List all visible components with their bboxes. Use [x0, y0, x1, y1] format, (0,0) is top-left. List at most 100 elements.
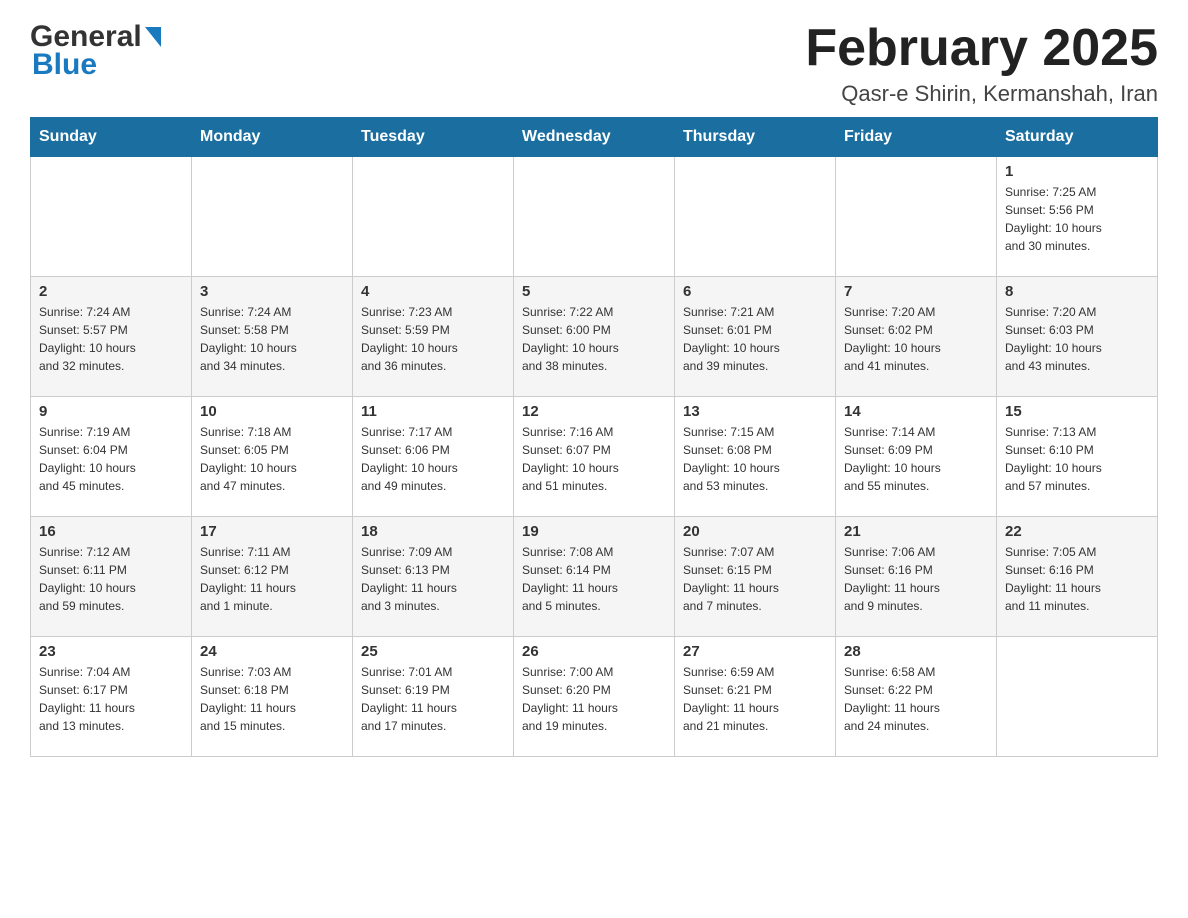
page-subtitle: Qasr-e Shirin, Kermanshah, Iran: [805, 81, 1158, 107]
calendar-cell: 28 Sunrise: 6:58 AM Sunset: 6:22 PM Dayli…: [836, 637, 997, 757]
day-number: 18: [361, 523, 505, 540]
calendar-cell: 15 Sunrise: 7:13 AM Sunset: 6:10 PM Dayli…: [997, 397, 1158, 517]
day-number: 17: [200, 523, 344, 540]
calendar-cell: 26 Sunrise: 7:00 AM Sunset: 6:20 PM Dayli…: [514, 637, 675, 757]
calendar-cell: 13 Sunrise: 7:15 AM Sunset: 6:08 PM Dayli…: [675, 397, 836, 517]
calendar-cell: [353, 157, 514, 277]
day-info: Sunrise: 7:03 AM Sunset: 6:18 PM Dayligh…: [200, 663, 344, 735]
day-info: Sunrise: 7:23 AM Sunset: 5:59 PM Dayligh…: [361, 303, 505, 375]
calendar-cell: 20Sunrise: 7:07 AM Sunset: 6:15 PM Dayli…: [675, 517, 836, 637]
calendar-cell: 19 Sunrise: 7:08 AM Sunset: 6:14 PM Dayli…: [514, 517, 675, 637]
day-info: Sunrise: 7:19 AM Sunset: 6:04 PM Dayligh…: [39, 423, 183, 495]
day-info: Sunrise: 7:06 AM Sunset: 6:16 PM Dayligh…: [844, 543, 988, 615]
day-info: Sunrise: 7:18 AM Sunset: 6:05 PM Dayligh…: [200, 423, 344, 495]
calendar-day-header: Thursday: [675, 118, 836, 157]
day-number: 23: [39, 643, 183, 660]
calendar-cell: 1 Sunrise: 7:25 AM Sunset: 5:56 PM Daylig…: [997, 157, 1158, 277]
calendar-day-header: Wednesday: [514, 118, 675, 157]
day-number: 6: [683, 283, 827, 300]
day-number: 21: [844, 523, 988, 540]
calendar-header-row: SundayMondayTuesdayWednesdayThursdayFrid…: [31, 118, 1158, 157]
day-number: 19: [522, 523, 666, 540]
day-info: Sunrise: 7:14 AM Sunset: 6:09 PM Dayligh…: [844, 423, 988, 495]
day-number: 5: [522, 283, 666, 300]
day-info: Sunrise: 7:22 AM Sunset: 6:00 PM Dayligh…: [522, 303, 666, 375]
day-info: Sunrise: 7:20 AM Sunset: 6:02 PM Dayligh…: [844, 303, 988, 375]
calendar-cell: 21 Sunrise: 7:06 AM Sunset: 6:16 PM Dayli…: [836, 517, 997, 637]
calendar-cell: 25 Sunrise: 7:01 AM Sunset: 6:19 PM Dayli…: [353, 637, 514, 757]
calendar-cell: 2 Sunrise: 7:24 AM Sunset: 5:57 PM Daylig…: [31, 277, 192, 397]
calendar-cell: 10 Sunrise: 7:18 AM Sunset: 6:05 PM Dayli…: [192, 397, 353, 517]
day-info: Sunrise: 7:12 AM Sunset: 6:11 PM Dayligh…: [39, 543, 183, 615]
day-info: Sunrise: 7:04 AM Sunset: 6:17 PM Dayligh…: [39, 663, 183, 735]
day-number: 2: [39, 283, 183, 300]
logo-blue-text: Blue: [30, 48, 161, 82]
calendar-cell: 17 Sunrise: 7:11 AM Sunset: 6:12 PM Dayli…: [192, 517, 353, 637]
calendar-day-header: Saturday: [997, 118, 1158, 157]
calendar-week-row: 9 Sunrise: 7:19 AM Sunset: 6:04 PM Daylig…: [31, 397, 1158, 517]
day-info: Sunrise: 7:15 AM Sunset: 6:08 PM Dayligh…: [683, 423, 827, 495]
calendar-cell: 8 Sunrise: 7:20 AM Sunset: 6:03 PM Daylig…: [997, 277, 1158, 397]
calendar-cell: [514, 157, 675, 277]
day-info: Sunrise: 7:20 AM Sunset: 6:03 PM Dayligh…: [1005, 303, 1149, 375]
calendar-cell: 22Sunrise: 7:05 AM Sunset: 6:16 PM Dayli…: [997, 517, 1158, 637]
calendar-day-header: Tuesday: [353, 118, 514, 157]
day-number: 11: [361, 403, 505, 420]
calendar-cell: 9 Sunrise: 7:19 AM Sunset: 6:04 PM Daylig…: [31, 397, 192, 517]
page-header: General Blue February 2025 Qasr-e Shirin…: [30, 20, 1158, 107]
day-info: Sunrise: 7:00 AM Sunset: 6:20 PM Dayligh…: [522, 663, 666, 735]
day-info: Sunrise: 7:09 AM Sunset: 6:13 PM Dayligh…: [361, 543, 505, 615]
calendar-cell: [836, 157, 997, 277]
day-info: Sunrise: 7:11 AM Sunset: 6:12 PM Dayligh…: [200, 543, 344, 615]
calendar-cell: 24 Sunrise: 7:03 AM Sunset: 6:18 PM Dayli…: [192, 637, 353, 757]
day-number: 10: [200, 403, 344, 420]
calendar-week-row: 16 Sunrise: 7:12 AM Sunset: 6:11 PM Dayli…: [31, 517, 1158, 637]
calendar-cell: 4 Sunrise: 7:23 AM Sunset: 5:59 PM Daylig…: [353, 277, 514, 397]
day-info: Sunrise: 6:58 AM Sunset: 6:22 PM Dayligh…: [844, 663, 988, 735]
day-number: 24: [200, 643, 344, 660]
title-block: February 2025 Qasr-e Shirin, Kermanshah,…: [805, 20, 1158, 107]
day-number: 14: [844, 403, 988, 420]
day-number: 9: [39, 403, 183, 420]
day-number: 25: [361, 643, 505, 660]
calendar-week-row: 1 Sunrise: 7:25 AM Sunset: 5:56 PM Daylig…: [31, 157, 1158, 277]
day-number: 13: [683, 403, 827, 420]
day-info: Sunrise: 7:16 AM Sunset: 6:07 PM Dayligh…: [522, 423, 666, 495]
day-info: Sunrise: 6:59 AM Sunset: 6:21 PM Dayligh…: [683, 663, 827, 735]
day-info: Sunrise: 7:24 AM Sunset: 5:57 PM Dayligh…: [39, 303, 183, 375]
page-title: February 2025: [805, 20, 1158, 77]
day-number: 28: [844, 643, 988, 660]
calendar-day-header: Sunday: [31, 118, 192, 157]
day-number: 8: [1005, 283, 1149, 300]
day-number: 26: [522, 643, 666, 660]
day-number: 7: [844, 283, 988, 300]
day-number: 1: [1005, 163, 1149, 180]
calendar-week-row: 2 Sunrise: 7:24 AM Sunset: 5:57 PM Daylig…: [31, 277, 1158, 397]
calendar-cell: 27Sunrise: 6:59 AM Sunset: 6:21 PM Dayli…: [675, 637, 836, 757]
logo-triangle-icon: [145, 27, 161, 47]
day-info: Sunrise: 7:05 AM Sunset: 6:16 PM Dayligh…: [1005, 543, 1149, 615]
day-number: 15: [1005, 403, 1149, 420]
calendar-cell: [997, 637, 1158, 757]
day-number: 4: [361, 283, 505, 300]
calendar-cell: [31, 157, 192, 277]
day-info: Sunrise: 7:17 AM Sunset: 6:06 PM Dayligh…: [361, 423, 505, 495]
day-number: 3: [200, 283, 344, 300]
calendar-cell: 7 Sunrise: 7:20 AM Sunset: 6:02 PM Daylig…: [836, 277, 997, 397]
day-number: 12: [522, 403, 666, 420]
calendar-day-header: Friday: [836, 118, 997, 157]
day-info: Sunrise: 7:01 AM Sunset: 6:19 PM Dayligh…: [361, 663, 505, 735]
calendar-cell: [192, 157, 353, 277]
day-info: Sunrise: 7:25 AM Sunset: 5:56 PM Dayligh…: [1005, 183, 1149, 255]
calendar-day-header: Monday: [192, 118, 353, 157]
day-info: Sunrise: 7:24 AM Sunset: 5:58 PM Dayligh…: [200, 303, 344, 375]
calendar-cell: 3 Sunrise: 7:24 AM Sunset: 5:58 PM Daylig…: [192, 277, 353, 397]
calendar-cell: 18 Sunrise: 7:09 AM Sunset: 6:13 PM Dayli…: [353, 517, 514, 637]
day-info: Sunrise: 7:08 AM Sunset: 6:14 PM Dayligh…: [522, 543, 666, 615]
calendar-cell: 14 Sunrise: 7:14 AM Sunset: 6:09 PM Dayli…: [836, 397, 997, 517]
day-info: Sunrise: 7:13 AM Sunset: 6:10 PM Dayligh…: [1005, 423, 1149, 495]
day-number: 20: [683, 523, 827, 540]
logo: General Blue: [30, 20, 161, 82]
day-number: 16: [39, 523, 183, 540]
calendar-cell: 23 Sunrise: 7:04 AM Sunset: 6:17 PM Dayli…: [31, 637, 192, 757]
